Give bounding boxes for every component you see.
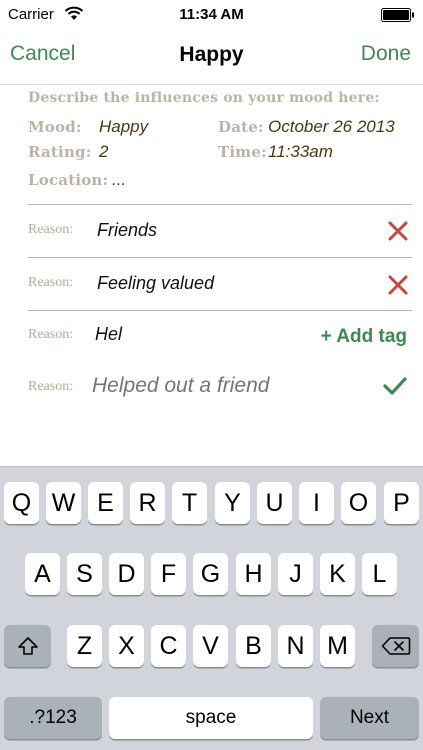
rating-value[interactable]: 2: [99, 142, 108, 162]
key-a[interactable]: A: [25, 553, 60, 595]
keyboard: Q W E R T Y U I O P A S D F G H J K L Z …: [0, 466, 423, 750]
key-r[interactable]: R: [130, 482, 165, 524]
key-y[interactable]: Y: [215, 482, 250, 524]
new-reason-input[interactable]: [92, 374, 362, 398]
key-m[interactable]: M: [320, 625, 355, 667]
numbers-key[interactable]: .?123: [4, 697, 102, 739]
divider: [28, 310, 412, 311]
key-o[interactable]: O: [341, 482, 376, 524]
key-d[interactable]: D: [109, 553, 144, 595]
navigation-bar: Cancel Happy Done: [0, 30, 423, 84]
date-label: Date:: [218, 118, 264, 136]
divider: [28, 257, 412, 258]
new-reason-row: Reason:: [0, 364, 423, 408]
remove-icon[interactable]: [387, 274, 409, 296]
battery-icon: [381, 8, 414, 22]
reason-label: Reason:: [28, 275, 74, 290]
key-c[interactable]: C: [151, 625, 186, 667]
reason-label: Reason:: [28, 327, 74, 342]
nav-divider: [0, 84, 423, 85]
done-button[interactable]: Done: [361, 42, 411, 66]
date-value[interactable]: October 26 2013: [268, 117, 395, 137]
rating-label: Rating:: [28, 143, 92, 161]
key-u[interactable]: U: [257, 482, 292, 524]
key-b[interactable]: B: [236, 625, 271, 667]
location-value[interactable]: ...: [112, 170, 126, 190]
reason-value[interactable]: Friends: [97, 220, 157, 241]
time-value[interactable]: 11:33am: [268, 142, 333, 162]
reason-label: Reason:: [28, 222, 74, 237]
key-s[interactable]: S: [67, 553, 102, 595]
influences-prompt[interactable]: Describe the influences on your mood her…: [28, 90, 380, 106]
key-j[interactable]: J: [278, 553, 313, 595]
key-x[interactable]: X: [109, 625, 144, 667]
key-k[interactable]: K: [320, 553, 355, 595]
mood-label: Mood:: [28, 118, 82, 136]
location-label: Location:: [28, 171, 109, 189]
space-key[interactable]: space: [109, 697, 313, 739]
status-time: 11:34 AM: [179, 6, 244, 23]
key-q[interactable]: Q: [4, 482, 39, 524]
key-g[interactable]: G: [193, 553, 228, 595]
backspace-icon: [381, 637, 410, 655]
key-h[interactable]: H: [236, 553, 271, 595]
next-key[interactable]: Next: [320, 697, 419, 739]
add-tag-button[interactable]: + Add tag: [321, 326, 407, 348]
key-z[interactable]: Z: [67, 625, 102, 667]
key-w[interactable]: W: [46, 482, 81, 524]
divider: [28, 204, 412, 205]
reason-row-friends: Reason: Friends: [0, 206, 423, 250]
delete-key[interactable]: [372, 625, 419, 667]
status-bar: Carrier 11:34 AM: [0, 0, 423, 30]
key-e[interactable]: E: [88, 482, 123, 524]
key-n[interactable]: N: [278, 625, 313, 667]
reason-row-feeling-valued: Reason: Feeling valued: [0, 259, 423, 303]
key-l[interactable]: L: [362, 553, 397, 595]
shift-icon: [17, 637, 38, 655]
shift-key[interactable]: [4, 625, 51, 667]
mood-value[interactable]: Happy: [99, 117, 148, 137]
reason-value[interactable]: Feeling valued: [97, 273, 214, 294]
remove-icon[interactable]: [387, 220, 409, 242]
key-v[interactable]: V: [193, 625, 228, 667]
page-title: Happy: [179, 43, 244, 66]
key-t[interactable]: T: [172, 482, 207, 524]
reason-value[interactable]: Hel: [95, 324, 122, 345]
reason-label: Reason:: [28, 379, 74, 394]
time-label: Time:: [218, 143, 267, 161]
key-p[interactable]: P: [384, 482, 419, 524]
key-i[interactable]: I: [299, 482, 334, 524]
key-f[interactable]: F: [151, 553, 186, 595]
checkmark-icon[interactable]: [383, 376, 407, 396]
reason-row-current: Reason: Hel + Add tag: [0, 312, 423, 356]
